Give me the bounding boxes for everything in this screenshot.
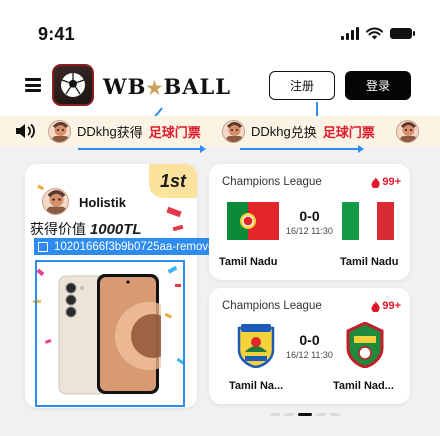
fire-icon <box>371 300 380 312</box>
ticker-user: DDkhg <box>251 124 291 139</box>
brand-star-icon: ★ <box>146 78 164 99</box>
avatar <box>396 120 419 143</box>
speaker-icon[interactable] <box>14 122 36 140</box>
menu-icon[interactable] <box>25 78 41 92</box>
avatar <box>222 120 245 143</box>
login-button[interactable]: 登录 <box>345 71 411 100</box>
annotation-arrow <box>78 145 206 153</box>
match-card[interactable]: Champions League 99+ 0-0 16/12 11:30 Tam… <box>209 164 410 280</box>
hot-value: 99+ <box>382 176 401 188</box>
hot-count: 99+ <box>371 300 401 312</box>
ticker-item <box>396 120 419 143</box>
home-team: Tamil Na... <box>229 380 284 392</box>
home-team: Tamil Nadu <box>219 256 278 268</box>
ticker-prize: 足球门票 <box>148 125 201 140</box>
cellular-signal-icon <box>341 27 359 40</box>
carousel-indicator <box>270 413 340 416</box>
register-button[interactable]: 注册 <box>269 71 335 100</box>
checkbox-icon <box>38 241 48 252</box>
away-team: Tamil Nad... <box>333 380 394 392</box>
fire-icon <box>371 176 380 188</box>
status-icons <box>341 27 415 40</box>
carousel-dot[interactable] <box>316 413 326 416</box>
winner-ticker: DDkhg 获得 足球门票 DDkhg 兑换 足球门票 <box>0 116 440 146</box>
avatar <box>42 188 69 215</box>
match-card[interactable]: Champions League 99+ 0-0 16/12 11:30 Tam… <box>209 288 410 404</box>
hot-count: 99+ <box>371 176 401 188</box>
hot-value: 99+ <box>382 300 401 312</box>
annotation-arrow <box>240 145 364 153</box>
prize-value: 获得价值 1000TL <box>30 219 142 239</box>
league-name: Champions League <box>222 176 322 188</box>
soccer-ball-icon <box>61 73 85 97</box>
league-name: Champions League <box>222 300 322 312</box>
ticker-action: 兑换 <box>290 125 317 140</box>
winner-name: Holistik <box>79 195 126 210</box>
ticker-item: DDkhg 兑换 足球门票 <box>222 120 375 143</box>
brand-wb: WB <box>103 74 147 99</box>
ticker-item: DDkhg 获得 足球门票 <box>48 120 201 143</box>
brand-ball: BALL <box>163 74 232 99</box>
selection-filename: 10201666f3b9b0725aa-remove... <box>54 240 225 253</box>
carousel-dot[interactable] <box>270 413 280 416</box>
carousel-dot-active[interactable] <box>298 413 312 416</box>
status-time: 9:41 <box>38 24 75 44</box>
away-team: Tamil Nadu <box>340 256 399 268</box>
brand-wordmark: WB★BALL <box>103 74 231 99</box>
carousel-dot[interactable] <box>284 413 294 416</box>
app-logo-icon <box>52 64 94 106</box>
prize-value-amount: 1000TL <box>89 221 142 238</box>
ticker-prize: 足球门票 <box>322 125 375 140</box>
rank-badge: 1st <box>149 164 197 198</box>
wifi-icon <box>366 27 383 40</box>
phone-prize-image <box>58 274 161 395</box>
ticker-user: DDkhg <box>77 124 117 139</box>
selection-label: 10201666f3b9b0725aa-remove... <box>34 238 234 255</box>
ticker-action: 获得 <box>116 125 143 140</box>
avatar <box>48 120 71 143</box>
carousel-dot[interactable] <box>330 413 340 416</box>
away-club-crest-icon <box>346 322 384 368</box>
battery-icon <box>390 28 415 39</box>
italy-flag-icon <box>342 202 394 240</box>
prize-value-prefix: 获得价值 <box>30 221 86 237</box>
